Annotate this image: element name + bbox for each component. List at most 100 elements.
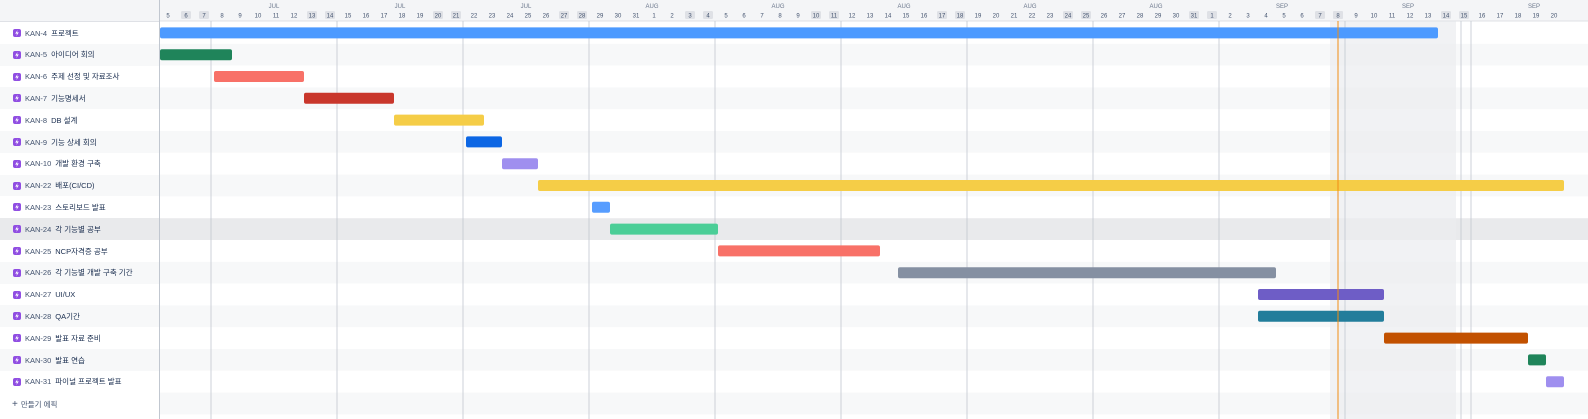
timeline-bar-kan-31[interactable] — [1546, 376, 1564, 388]
issue-key[interactable]: KAN-30 — [25, 356, 51, 365]
issue-summary: 개발 환경 구축 — [55, 159, 101, 169]
timeline-view: KAN-4 프로젝트 KAN-5 아이디어 회의 KAN-6 주제 선정 및 자료조사 KA… — [0, 0, 1588, 419]
day-label: 25 — [525, 14, 532, 20]
issue-row[interactable]: KAN-9 기능 상세 회의 — [0, 131, 159, 153]
timeline-bar-kan-24[interactable] — [610, 223, 718, 235]
day-label: 28 — [1137, 14, 1144, 20]
issue-summary: NCP자격증 공부 — [55, 246, 108, 256]
issue-key[interactable]: KAN-6 — [25, 72, 47, 81]
day-label: 26 — [1101, 14, 1108, 20]
issue-summary: 기능 상세 회의 — [51, 137, 97, 147]
day-label: 30 — [615, 14, 622, 20]
issue-row[interactable]: KAN-28 QA기간 — [0, 305, 159, 328]
timeline-bar-kan-6[interactable] — [214, 71, 304, 82]
timeline-bar-kan-5[interactable] — [160, 49, 232, 61]
day-label: 13 — [867, 14, 874, 20]
epic-icon — [13, 356, 21, 364]
plus-icon: + — [12, 398, 18, 410]
timeline-bar-kan-27[interactable] — [1258, 289, 1384, 300]
month-label: AUG — [1149, 4, 1162, 10]
issue-key[interactable]: KAN-5 — [25, 50, 47, 59]
day-label: 17 — [1497, 14, 1504, 20]
issue-key[interactable]: KAN-4 — [25, 29, 47, 38]
timeline-bar-kan-8[interactable] — [394, 114, 484, 126]
timeline-bar-kan-9[interactable] — [466, 136, 502, 148]
epic-icon — [13, 50, 21, 59]
epic-icon — [13, 94, 21, 103]
timeline-bar-kan-7[interactable] — [304, 92, 394, 104]
issue-key[interactable]: KAN-26 — [25, 268, 51, 277]
create-epic-button[interactable]: + 만들기 에픽 — [0, 393, 57, 415]
issue-row[interactable]: KAN-5 아이디어 회의 — [0, 43, 159, 66]
day-label: 19 — [975, 14, 982, 20]
issue-row[interactable]: KAN-22 배포(CI/CD) — [0, 174, 159, 197]
day-label: 17 — [381, 14, 388, 20]
day-label: 15 — [903, 14, 910, 20]
issue-row[interactable]: KAN-7 기능명세서 — [0, 87, 159, 110]
day-label: 20 — [1551, 14, 1558, 20]
issue-key[interactable]: KAN-25 — [25, 247, 51, 256]
epic-icon — [13, 312, 21, 321]
day-label: 24 — [1065, 14, 1072, 20]
issue-key[interactable]: KAN-8 — [25, 116, 47, 125]
day-label: 13 — [1425, 14, 1432, 20]
month-label: AUG — [645, 4, 658, 10]
month-label: SEP — [1528, 4, 1540, 10]
create-epic-label: 만들기 에픽 — [20, 399, 58, 409]
epic-icon — [13, 72, 21, 81]
issue-row[interactable]: KAN-23 스토리보드 발표 — [0, 196, 159, 219]
issue-key[interactable]: KAN-28 — [25, 312, 51, 321]
month-label: JUL — [395, 4, 406, 10]
issue-list-pane: KAN-4 프로젝트 KAN-5 아이디어 회의 KAN-6 주제 선정 및 자료조사 KA… — [0, 0, 160, 419]
day-label: 19 — [1533, 14, 1540, 20]
issue-key[interactable]: KAN-29 — [25, 334, 51, 343]
epic-icon — [13, 116, 21, 125]
timeline-bar-kan-10[interactable] — [502, 158, 538, 170]
issue-row[interactable]: KAN-4 프로젝트 — [0, 22, 159, 44]
timeline-bar-kan-25[interactable] — [718, 245, 880, 257]
issue-row[interactable]: KAN-10 개발 환경 구축 — [0, 152, 159, 175]
issue-key[interactable]: KAN-23 — [25, 203, 51, 212]
issue-key[interactable]: KAN-10 — [25, 159, 51, 168]
issue-summary: 기능명세서 — [51, 93, 86, 103]
issue-key[interactable]: KAN-22 — [25, 181, 51, 190]
current-week-shade — [1330, 21, 1456, 419]
issue-key[interactable]: KAN-24 — [25, 225, 51, 234]
timeline-bar-kan-28[interactable] — [1258, 310, 1384, 322]
issue-row[interactable]: KAN-6 주제 선정 및 자료조사 — [0, 65, 159, 88]
day-label: 14 — [885, 14, 892, 20]
timeline-bar-kan-30[interactable] — [1528, 354, 1546, 366]
issue-row[interactable]: KAN-25 NCP자격증 공부 — [0, 240, 159, 262]
issue-row[interactable]: KAN-8 DB 설계 — [0, 109, 159, 132]
epic-icon — [13, 377, 21, 386]
day-label: 10 — [1371, 14, 1378, 20]
issue-row[interactable]: KAN-27 UI/UX — [0, 283, 159, 306]
day-label: 15 — [1461, 14, 1468, 20]
timeline-bar-kan-4[interactable] — [160, 27, 1438, 39]
issue-key[interactable]: KAN-9 — [25, 138, 47, 147]
day-label: 10 — [255, 14, 262, 20]
timeline-canvas: JUL JUL JUL AUG AUG AUG AUG AUG SEP SEP SEP5 6 7 8 9 10… — [159, 0, 1588, 419]
issue-summary: 발표 자료 준비 — [55, 333, 101, 343]
issue-key[interactable]: KAN-7 — [25, 94, 47, 103]
day-label: 18 — [957, 14, 964, 20]
timeline-bar-kan-22[interactable] — [538, 180, 1564, 191]
month-label: JUL — [269, 4, 280, 10]
issue-row[interactable]: KAN-29 발표 자료 준비 — [0, 327, 159, 350]
day-label: 16 — [921, 14, 928, 20]
issue-row[interactable]: KAN-24 각 기능별 공부 — [0, 218, 159, 241]
timeline-bar-kan-23[interactable] — [592, 201, 610, 213]
day-label: 30 — [1173, 14, 1180, 20]
day-label: 23 — [1047, 14, 1054, 20]
day-label: 23 — [489, 14, 496, 20]
issue-row[interactable]: KAN-26 각 기능별 개발 구축 기간 — [0, 261, 159, 284]
month-label: SEP — [1276, 4, 1288, 10]
timeline-bar-kan-26[interactable] — [898, 267, 1276, 279]
timeline-bar-kan-29[interactable] — [1384, 332, 1528, 344]
issue-row[interactable]: KAN-31 파이널 프로젝트 발표 — [0, 370, 159, 393]
day-label: 18 — [399, 14, 406, 20]
issue-key[interactable]: KAN-27 — [25, 290, 51, 299]
issue-key[interactable]: KAN-31 — [25, 377, 51, 386]
day-label: 19 — [417, 14, 424, 20]
issue-row[interactable]: KAN-30 발표 연습 — [0, 349, 159, 371]
